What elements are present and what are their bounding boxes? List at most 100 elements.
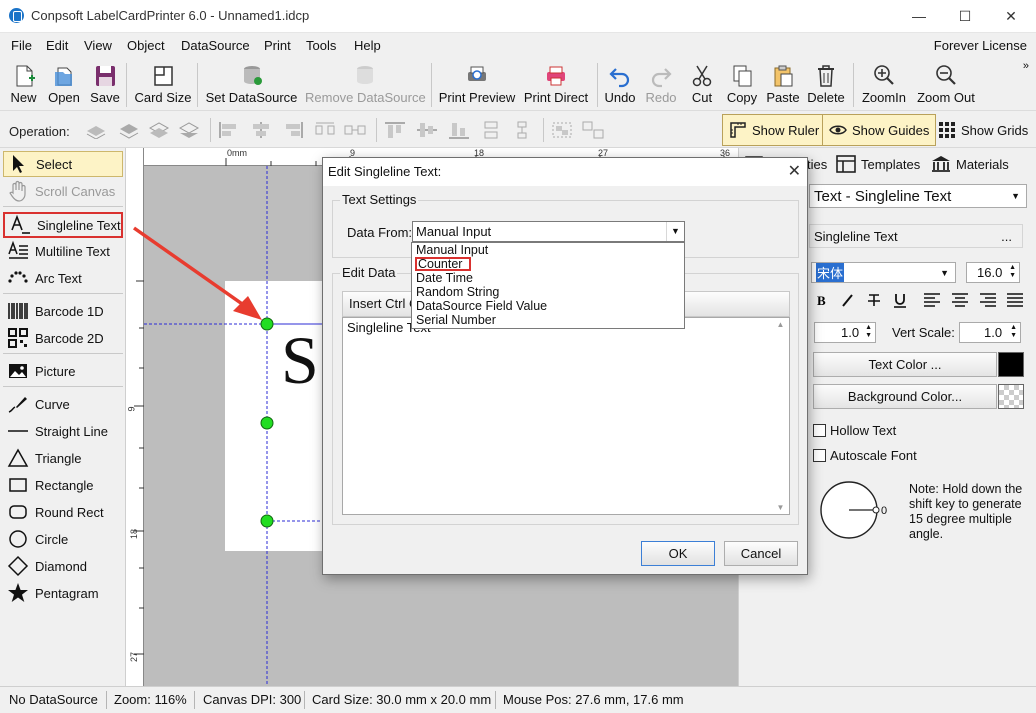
set-datasource-button[interactable]: Set DataSource <box>205 63 298 107</box>
menu-print[interactable]: Print <box>264 38 291 53</box>
open-button[interactable]: Open <box>46 63 82 107</box>
remove-datasource-button[interactable]: Remove DataSource <box>305 63 426 107</box>
spinner-arrows-icon[interactable]: ▲ ▼ <box>865 324 872 340</box>
tool-singleline-text[interactable]: Singleline Text <box>3 212 123 238</box>
hollow-text-checkbox[interactable]: Hollow Text <box>813 423 896 438</box>
cancel-button[interactable]: Cancel <box>724 541 798 566</box>
tool-multiline-text[interactable]: Multiline Text <box>3 238 123 264</box>
ok-button[interactable]: OK <box>641 541 715 566</box>
new-button[interactable]: New <box>7 63 40 107</box>
print-direct-button[interactable]: Print Direct <box>522 63 590 107</box>
font-name-select[interactable]: 宋体 ▼ <box>811 262 956 283</box>
tool-arc-text[interactable]: Arc Text <box>3 265 123 291</box>
horz-scale-spinner[interactable]: 1.0 ▲ ▼ <box>814 322 876 343</box>
menu-datasource[interactable]: DataSource <box>181 38 250 53</box>
dialog-close-icon[interactable]: ✕ <box>788 161 801 181</box>
option-manual-input[interactable]: Manual Input <box>415 244 683 258</box>
ellipsis-button[interactable]: ... <box>1001 229 1012 244</box>
tool-round-rect[interactable]: Round Rect <box>3 499 123 525</box>
delete-button[interactable]: Delete <box>806 63 846 107</box>
vertical-scrollbar[interactable]: ▲ ▼ <box>772 318 789 514</box>
spinner-arrows-icon[interactable]: ▲ ▼ <box>1009 264 1016 280</box>
tool-curve[interactable]: Curve <box>3 391 123 417</box>
cut-button[interactable]: Cut <box>688 63 716 107</box>
ungroup-icon[interactable] <box>582 121 604 139</box>
text-color-button[interactable]: Text Color ... <box>813 352 997 377</box>
tool-select[interactable]: Select <box>3 151 123 177</box>
show-ruler-toggle[interactable]: Show Ruler <box>722 114 827 146</box>
align-text-right-icon[interactable] <box>979 292 997 308</box>
menu-edit[interactable]: Edit <box>46 38 68 53</box>
tool-rectangle[interactable]: Rectangle <box>3 472 123 498</box>
tool-triangle[interactable]: Triangle <box>3 445 123 471</box>
group-icon[interactable] <box>551 121 573 139</box>
align-text-justify-icon[interactable] <box>1006 292 1024 308</box>
show-grids-toggle[interactable]: Show Grids <box>932 114 1034 146</box>
option-counter[interactable]: Counter <box>415 257 471 271</box>
distribute-vertical-icon[interactable] <box>480 121 502 139</box>
italic-icon[interactable] <box>839 292 857 308</box>
undo-button[interactable]: Undo <box>603 63 637 107</box>
minimize-icon[interactable]: — <box>896 0 942 32</box>
distribute-horizontal-icon[interactable] <box>314 121 336 139</box>
paste-button[interactable]: Paste <box>765 63 801 107</box>
redo-button[interactable]: Redo <box>644 63 678 107</box>
menu-tools[interactable]: Tools <box>306 38 336 53</box>
tab-templates[interactable]: Templates <box>836 152 920 176</box>
tool-circle[interactable]: Circle <box>3 526 123 552</box>
menu-help[interactable]: Help <box>354 38 381 53</box>
option-serial-number[interactable]: Serial Number <box>415 314 683 328</box>
layer-bring-front-icon[interactable] <box>85 121 107 139</box>
background-color-button[interactable]: Background Color... <box>813 384 997 409</box>
text-color-swatch[interactable] <box>998 352 1024 377</box>
toolbar-overflow-icon[interactable]: » <box>1023 60 1029 72</box>
resize-handle-middle[interactable] <box>260 416 274 430</box>
text-value-field[interactable]: Singleline Text ... <box>809 224 1023 248</box>
tool-scroll-canvas[interactable]: Scroll Canvas <box>3 178 123 204</box>
print-preview-button[interactable]: Print Preview <box>438 63 516 107</box>
option-datasource-field-value[interactable]: DataSource Field Value <box>415 300 683 314</box>
data-from-select[interactable]: Manual Input ▼ <box>412 221 685 242</box>
autoscale-font-checkbox[interactable]: Autoscale Font <box>813 448 917 463</box>
align-bottom-icon[interactable] <box>448 121 470 139</box>
scroll-down-icon[interactable]: ▼ <box>772 503 789 512</box>
option-random-string[interactable]: Random String <box>415 286 683 300</box>
align-right-icon[interactable] <box>282 121 304 139</box>
scroll-up-icon[interactable]: ▲ <box>772 320 789 329</box>
edit-data-textarea[interactable]: Singleline Text ▲ ▼ <box>342 317 790 515</box>
font-size-spinner[interactable]: 16.0 ▲ ▼ <box>966 262 1020 283</box>
layer-send-backward-icon[interactable] <box>148 121 170 139</box>
resize-handle-top[interactable] <box>260 317 274 331</box>
zoom-out-button[interactable]: Zoom Out <box>914 63 978 107</box>
background-color-swatch[interactable] <box>998 384 1024 409</box>
space-vertical-icon[interactable] <box>511 121 533 139</box>
option-date-time[interactable]: Date Time <box>415 272 683 286</box>
save-button[interactable]: Save <box>89 63 121 107</box>
align-text-left-icon[interactable] <box>923 292 941 308</box>
underline-icon[interactable] <box>891 292 909 308</box>
align-middle-icon[interactable] <box>416 121 438 139</box>
align-text-center-icon[interactable] <box>951 292 969 308</box>
align-center-icon[interactable] <box>250 121 272 139</box>
menu-file[interactable]: File <box>11 38 32 53</box>
vert-scale-spinner[interactable]: 1.0 ▲ ▼ <box>959 322 1021 343</box>
tool-barcode-1d[interactable]: Barcode 1D <box>3 298 123 324</box>
tool-picture[interactable]: Picture <box>3 358 123 384</box>
tool-pentagram[interactable]: Pentagram <box>3 580 123 606</box>
menu-view[interactable]: View <box>84 38 112 53</box>
tab-materials[interactable]: Materials <box>931 152 1009 176</box>
align-top-icon[interactable] <box>384 121 406 139</box>
spinner-arrows-icon[interactable]: ▲ ▼ <box>1010 324 1017 340</box>
zoom-in-button[interactable]: ZoomIn <box>859 63 909 107</box>
card-size-button[interactable]: Card Size <box>134 63 192 107</box>
tool-barcode-2d[interactable]: Barcode 2D <box>3 325 123 351</box>
object-type-select[interactable]: Text - Singleline Text ▼ <box>809 184 1027 208</box>
show-guides-toggle[interactable]: Show Guides <box>822 114 937 146</box>
tool-diamond[interactable]: Diamond <box>3 553 123 579</box>
maximize-icon[interactable]: ☐ <box>942 0 988 32</box>
close-icon[interactable]: ✕ <box>988 0 1034 32</box>
align-left-icon[interactable] <box>218 121 240 139</box>
bold-icon[interactable]: B <box>814 292 832 308</box>
strikethrough-icon[interactable] <box>865 292 883 308</box>
resize-handle-bottom[interactable] <box>260 514 274 528</box>
